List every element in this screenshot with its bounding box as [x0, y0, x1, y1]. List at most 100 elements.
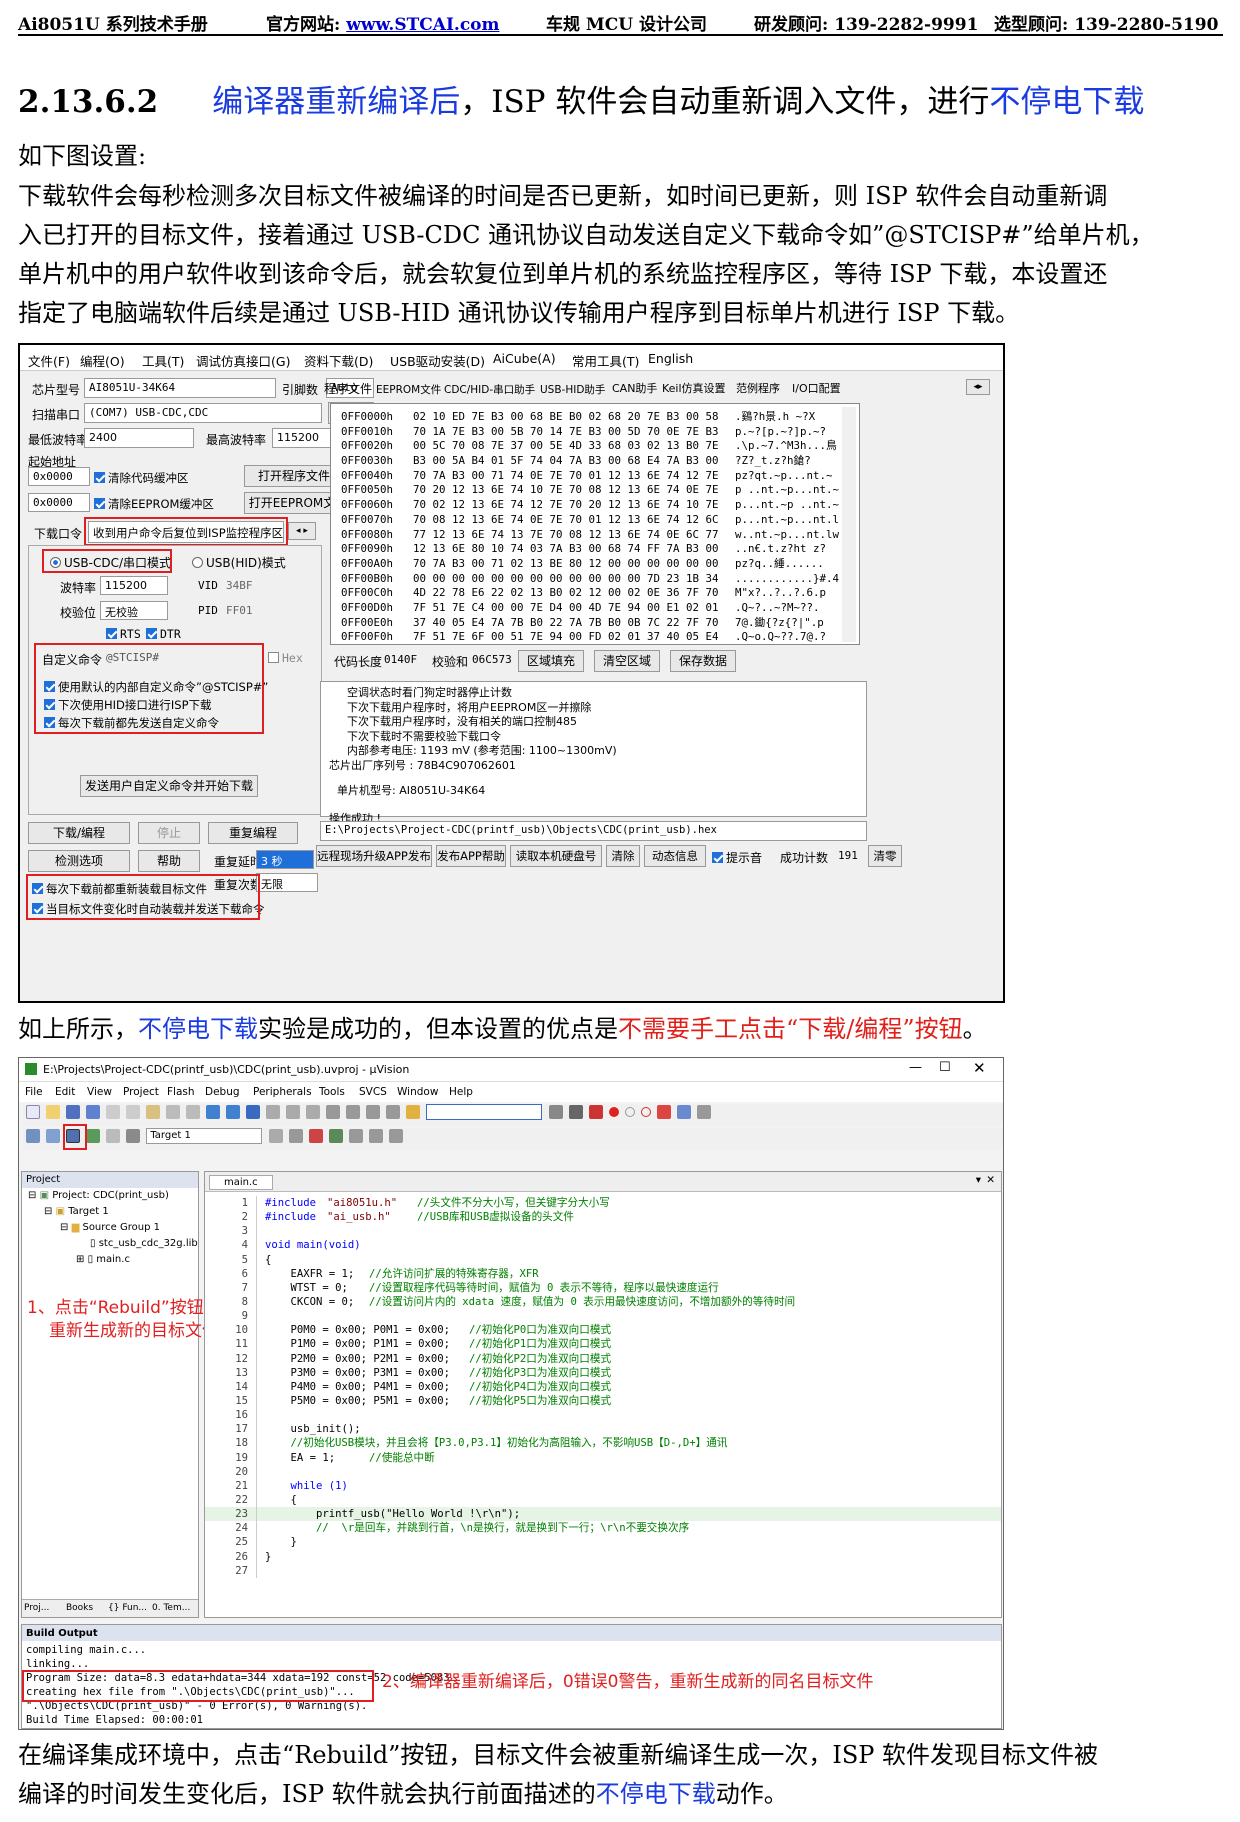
- menu-item[interactable]: Help: [449, 1086, 473, 1098]
- bookmark-next-icon[interactable]: [286, 1105, 300, 1119]
- undo-icon[interactable]: [166, 1105, 180, 1119]
- tab-scroll[interactable]: ◂▸: [966, 379, 990, 395]
- menu-item[interactable]: SVCS: [359, 1086, 387, 1098]
- target-select[interactable]: Target 1: [146, 1128, 263, 1144]
- baud-select[interactable]: 115200: [100, 576, 168, 595]
- rts-check[interactable]: RTS: [106, 627, 141, 641]
- tab-io[interactable]: I/O口配置: [792, 380, 841, 396]
- menu-item[interactable]: Peripherals: [253, 1086, 312, 1098]
- path-field[interactable]: E:\Projects\Project-CDC(printf_usb)\Obje…: [320, 821, 867, 841]
- close-icon[interactable]: ✕: [973, 1059, 986, 1077]
- tab-keil[interactable]: Keil仿真设置: [662, 380, 726, 396]
- menu-program[interactable]: 编程(O): [80, 351, 125, 370]
- reset-count-button[interactable]: 清零: [868, 845, 902, 867]
- bookmark-icon[interactable]: [246, 1105, 260, 1119]
- breakpoint-icon[interactable]: [608, 1107, 619, 1117]
- check-opt-button[interactable]: 检测选项: [28, 850, 130, 872]
- pack-icon[interactable]: [348, 1129, 363, 1143]
- new-icon[interactable]: [26, 1105, 40, 1119]
- debug-icon[interactable]: [588, 1105, 603, 1119]
- back-icon[interactable]: [206, 1105, 220, 1119]
- menu-item[interactable]: View: [87, 1086, 112, 1098]
- incr-find-icon[interactable]: [568, 1105, 583, 1119]
- website-link[interactable]: www.STCAI.com: [346, 15, 499, 35]
- menu-item[interactable]: File: [25, 1086, 43, 1098]
- tab-hid[interactable]: USB-HID助手: [540, 382, 605, 397]
- clear-button[interactable]: 清除: [606, 845, 640, 867]
- tree-lib[interactable]: ▯ stc_usb_cdc_32g.lib: [90, 1238, 198, 1249]
- menu-item[interactable]: Tools: [319, 1086, 345, 1098]
- download-button[interactable]: 下载/编程: [28, 822, 130, 844]
- hex-check[interactable]: Hex: [268, 651, 303, 665]
- menu-item[interactable]: Flash: [167, 1086, 195, 1098]
- breakpoint-disable-icon[interactable]: [624, 1107, 635, 1117]
- chip-select[interactable]: AI8051U-34K64: [84, 378, 276, 398]
- tree-project[interactable]: ⊟ ▣ Project: CDC(print_usb): [28, 1190, 169, 1201]
- mode-hid-radio[interactable]: USB(HID)模式: [192, 554, 286, 571]
- manage-icon[interactable]: [288, 1129, 303, 1143]
- menu-item[interactable]: Debug: [205, 1086, 240, 1098]
- find-icon[interactable]: [548, 1105, 563, 1119]
- addr1-input[interactable]: 0x0000: [28, 467, 90, 486]
- dtr-check[interactable]: DTR: [146, 627, 181, 641]
- menu-item[interactable]: Edit: [55, 1086, 75, 1098]
- close-tab-icon[interactable]: ✕: [986, 1174, 995, 1186]
- menu-item[interactable]: Project: [123, 1086, 159, 1098]
- cut-icon[interactable]: [106, 1105, 120, 1119]
- menu-item[interactable]: Window: [397, 1086, 438, 1098]
- batch-build-icon[interactable]: [86, 1129, 100, 1143]
- bookmark-clear-icon[interactable]: [306, 1105, 320, 1119]
- breakpoint-kill-icon[interactable]: [640, 1107, 651, 1117]
- hex-scrollbar[interactable]: [842, 407, 856, 642]
- tree-main[interactable]: ⊞ ▯ main.c: [76, 1254, 130, 1265]
- read-disk-button[interactable]: 读取本机硬盘号: [510, 845, 602, 867]
- parity-select[interactable]: 无校验: [100, 601, 168, 620]
- save-icon[interactable]: [66, 1105, 80, 1119]
- maximize-icon[interactable]: ☐: [939, 1060, 951, 1075]
- paste-icon[interactable]: [146, 1105, 160, 1119]
- menu-common[interactable]: 常用工具(T): [572, 351, 639, 370]
- clear-area-button[interactable]: 清空区域: [594, 650, 660, 672]
- comment-icon[interactable]: [366, 1105, 380, 1119]
- tab-main-c[interactable]: main.c: [209, 1175, 273, 1190]
- menu-aicube[interactable]: AiCube(A): [493, 351, 556, 366]
- open-prog-button[interactable]: 打开程序文件: [244, 465, 344, 487]
- find-combo[interactable]: [426, 1104, 543, 1120]
- menu-download[interactable]: 资料下载(D): [304, 351, 373, 370]
- menu-usb[interactable]: USB驱动安装(D): [390, 351, 485, 370]
- dyn-info-button[interactable]: 动态信息: [644, 845, 706, 867]
- save-all-icon[interactable]: [86, 1105, 100, 1119]
- count-select[interactable]: 无限: [256, 873, 318, 892]
- tab-functions[interactable]: {} Fun...: [108, 1603, 147, 1613]
- menu-debug[interactable]: 调试仿真接口(G): [196, 351, 290, 370]
- tab-scroll[interactable]: ◂ ▸: [288, 522, 316, 540]
- breakpoint-kill-all-icon[interactable]: [656, 1105, 671, 1119]
- open-icon[interactable]: [46, 1105, 60, 1119]
- tab-project[interactable]: Proj...: [24, 1603, 49, 1613]
- tab-prog[interactable]: 程序文件: [324, 380, 372, 397]
- menu-file[interactable]: 文件(F): [28, 351, 70, 370]
- select-icon[interactable]: [368, 1129, 383, 1143]
- app-help-button[interactable]: 发布APP帮助: [436, 845, 506, 867]
- rte-icon[interactable]: [328, 1129, 343, 1143]
- tab-cdc[interactable]: CDC/HID-串口助手: [444, 382, 535, 397]
- tree-group[interactable]: ⊟ ▆ Source Group 1: [60, 1222, 160, 1233]
- components-icon[interactable]: [308, 1129, 323, 1143]
- window-icon[interactable]: [676, 1105, 691, 1119]
- redo-icon[interactable]: [186, 1105, 200, 1119]
- unindent-icon[interactable]: [346, 1105, 360, 1119]
- fill-button[interactable]: 区域填充: [518, 650, 584, 672]
- save-data-button[interactable]: 保存数据: [670, 650, 736, 672]
- remote-upgrade-button[interactable]: 远程现场升级APP发布: [316, 845, 432, 867]
- help-button[interactable]: 帮助: [138, 850, 200, 872]
- sound-check[interactable]: 提示音: [712, 849, 762, 866]
- download-icon[interactable]: [126, 1129, 140, 1143]
- options-icon[interactable]: [268, 1129, 283, 1143]
- tab-examples[interactable]: 范例程序: [736, 380, 780, 396]
- tree-target[interactable]: ⊟ ▣ Target 1: [44, 1206, 109, 1217]
- delay-select[interactable]: 3 秒: [256, 850, 314, 869]
- translate-icon[interactable]: [26, 1129, 40, 1143]
- menu-english[interactable]: English: [648, 351, 693, 366]
- tab-eeprom[interactable]: EEPROM文件: [376, 382, 441, 397]
- dropdown-icon[interactable]: ▾: [976, 1174, 981, 1186]
